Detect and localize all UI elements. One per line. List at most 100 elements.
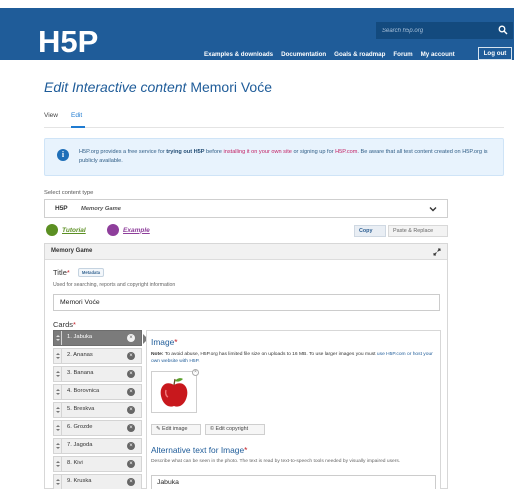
nav-documentation[interactable]: Documentation	[277, 48, 330, 62]
card-label: 4. Borovnica	[67, 388, 100, 394]
card-item-ananas[interactable]: 2. Ananas ×	[53, 348, 142, 364]
remove-card-icon[interactable]: ×	[127, 352, 135, 360]
card-label: 3. Banana	[67, 370, 94, 376]
tab-view[interactable]: View	[44, 112, 58, 119]
card-label: 6. Grozde	[67, 424, 93, 430]
editor-header: Memory Game	[45, 244, 447, 260]
page-tabs: View Edit	[44, 112, 82, 119]
reorder-handle-icon[interactable]	[54, 385, 62, 399]
h5pcom-link[interactable]: H5P.com	[335, 149, 357, 155]
nav-forum[interactable]: Forum	[389, 48, 416, 62]
active-tab-indicator	[71, 126, 85, 128]
card-label: 1. Jabuka	[67, 334, 93, 340]
card-label: 7. Jagoda	[67, 442, 93, 448]
fullscreen-icon[interactable]	[433, 248, 441, 256]
example-icon	[107, 224, 119, 236]
tutorial-icon	[46, 224, 58, 236]
example-label: Example	[123, 226, 150, 234]
content-type-select[interactable]: H5P Memory Game	[44, 199, 448, 218]
image-field-label: Image*	[151, 337, 178, 347]
remove-card-icon[interactable]: ×	[127, 334, 135, 342]
example-link[interactable]: Example	[107, 224, 150, 236]
card-label: 8. Kivi	[67, 460, 83, 466]
card-label: 2. Ananas	[67, 352, 93, 358]
metadata-button[interactable]: Metadata	[78, 268, 104, 277]
reorder-handle-icon[interactable]	[54, 367, 62, 381]
reorder-handle-icon[interactable]	[54, 349, 62, 363]
image-upload-note: Note: To avoid abuse, H5P.org has limite…	[151, 351, 436, 365]
h5p-logo[interactable]: H5P	[38, 24, 102, 58]
logout-button[interactable]: Log out	[478, 47, 512, 60]
card-item-kruska[interactable]: 9. Kruska ×	[53, 474, 142, 489]
reorder-handle-icon[interactable]	[54, 331, 62, 345]
card-item-banana[interactable]: 3. Banana ×	[53, 366, 142, 382]
search-input[interactable]	[382, 24, 492, 37]
image-label-text: Image	[151, 337, 175, 347]
tutorial-label: Tutorial	[62, 226, 86, 234]
alt-text-input[interactable]: Jabuka	[151, 475, 436, 489]
image-thumbnail[interactable]: ×	[151, 369, 199, 413]
note-bold: Note:	[151, 352, 164, 357]
remove-card-icon[interactable]: ×	[127, 388, 135, 396]
nav-goals[interactable]: Goals & roadmap	[330, 48, 389, 62]
remove-card-icon[interactable]: ×	[127, 478, 135, 486]
alt-text-description: Describe what can be seen in the photo. …	[151, 459, 401, 464]
edit-copyright-button[interactable]: © Edit copyright	[205, 424, 265, 435]
tab-edit[interactable]: Edit	[71, 112, 82, 119]
card-item-kivi[interactable]: 8. Kivi ×	[53, 456, 142, 472]
tutorial-link[interactable]: Tutorial	[46, 224, 86, 236]
note-text: To avoid abuse, H5P.org has limited file…	[163, 352, 377, 357]
card-item-grozde[interactable]: 6. Grozde ×	[53, 420, 142, 436]
card-label: 5. Breskva	[67, 406, 95, 412]
top-white-strip	[0, 0, 514, 8]
nav-examples[interactable]: Examples & downloads	[200, 48, 277, 62]
cards-list: 1. Jabuka × 2. Ananas × 3. Banana × 4. B…	[53, 330, 148, 489]
edit-copyright-label: Edit copyright	[215, 426, 249, 432]
page-title-prefix: Edit Interactive content	[44, 79, 187, 95]
cards-label: Cards*	[53, 320, 76, 329]
page-title-name: Memori Voće	[190, 79, 273, 95]
reorder-handle-icon[interactable]	[54, 403, 62, 417]
copy-button[interactable]: Copy	[354, 225, 386, 237]
notice-box: i H5P.org provides a free service for tr…	[44, 138, 504, 176]
title-field-description: Used for searching, reports and copyrigh…	[53, 282, 176, 288]
notice-bold: trying out H5P	[166, 149, 205, 155]
content-type-logo: H5P	[55, 205, 68, 212]
alt-label-text: Alternative text for Image	[151, 445, 245, 455]
edit-image-button[interactable]: ✎ Edit image	[151, 424, 201, 435]
site-header: H5P Examples & downloads Documentation G…	[0, 8, 514, 60]
main-nav: Examples & downloads Documentation Goals…	[200, 48, 459, 62]
remove-card-icon[interactable]: ×	[127, 424, 135, 432]
reorder-handle-icon[interactable]	[54, 475, 62, 489]
reorder-handle-icon[interactable]	[54, 439, 62, 453]
search-icon[interactable]	[498, 25, 508, 35]
editor-panel: Memory Game Title* Metadata Used for sea…	[44, 243, 448, 489]
content-type-value: Memory Game	[81, 206, 121, 212]
paste-replace-button[interactable]: Paste & Replace	[388, 225, 448, 237]
reorder-handle-icon[interactable]	[54, 421, 62, 435]
nav-my-account[interactable]: My account	[417, 48, 459, 62]
title-input[interactable]: Memori Voće	[53, 294, 440, 311]
edit-image-label: Edit image	[162, 426, 188, 432]
install-link[interactable]: installing it on your own site	[223, 149, 291, 155]
search-box	[376, 22, 513, 39]
title-label-text: Title	[53, 268, 67, 277]
notice-text-part: H5P.org provides a free service for	[79, 149, 167, 155]
card-item-breskva[interactable]: 5. Breskva ×	[53, 402, 142, 418]
card-item-borovnica[interactable]: 4. Borovnica ×	[53, 384, 142, 400]
title-field-label: Title*	[53, 268, 70, 277]
tabs-divider	[44, 127, 504, 128]
card-item-jabuka[interactable]: 1. Jabuka ×	[53, 330, 148, 346]
editor-title: Memory Game	[51, 248, 93, 254]
remove-image-icon[interactable]: ×	[192, 369, 199, 376]
notice-text: H5P.org provides a free service for tryi…	[79, 148, 497, 166]
card-detail-panel: Image* Note: To avoid abuse, H5P.org has…	[146, 330, 441, 489]
remove-card-icon[interactable]: ×	[127, 370, 135, 378]
remove-card-icon[interactable]: ×	[127, 442, 135, 450]
logo-text: H5P	[38, 25, 98, 57]
remove-card-icon[interactable]: ×	[127, 460, 135, 468]
reorder-handle-icon[interactable]	[54, 457, 62, 471]
card-item-jagoda[interactable]: 7. Jagoda ×	[53, 438, 142, 454]
chevron-down-icon	[429, 207, 437, 212]
remove-card-icon[interactable]: ×	[127, 406, 135, 414]
